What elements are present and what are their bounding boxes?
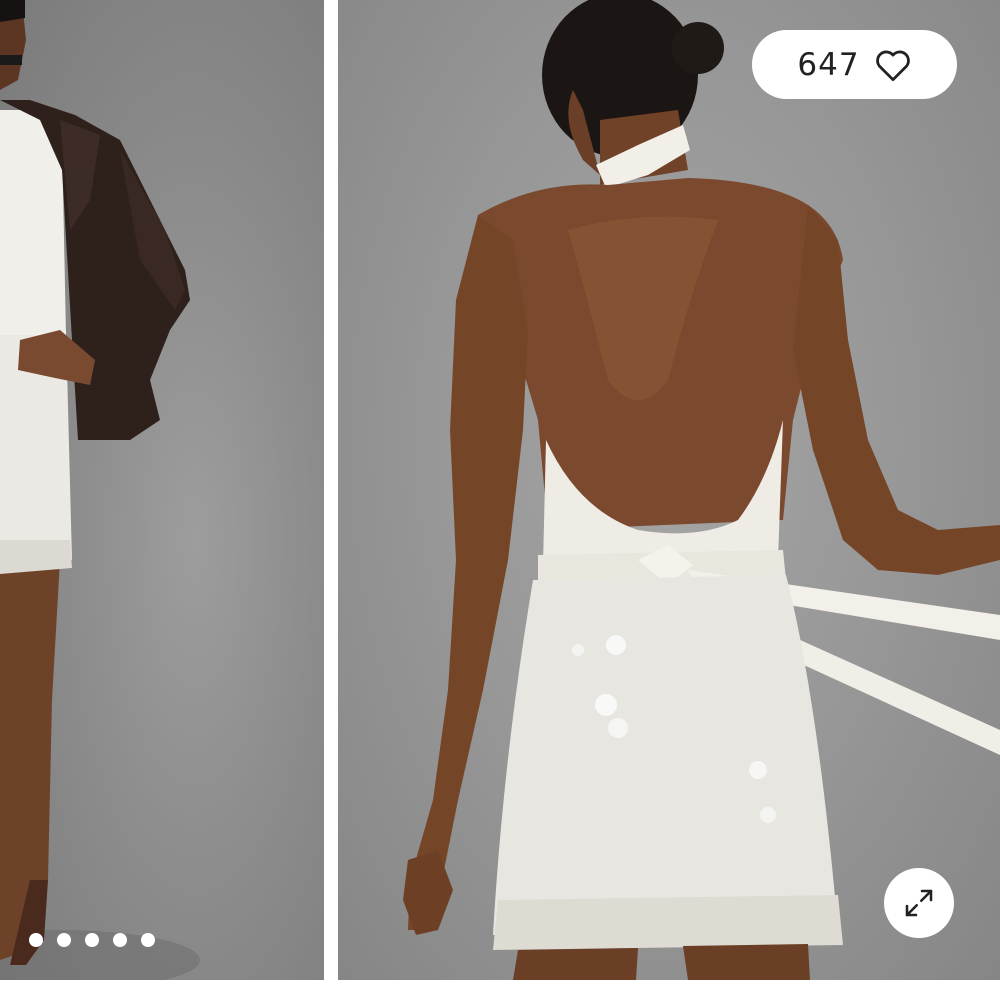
carousel-dot[interactable] bbox=[113, 933, 127, 947]
expand-image-button[interactable] bbox=[884, 868, 954, 938]
gallery-image-previous[interactable] bbox=[0, 0, 324, 980]
expand-arrows-icon bbox=[905, 889, 933, 917]
model-back-view-illustration bbox=[403, 0, 1000, 980]
carousel-dot[interactable] bbox=[29, 933, 43, 947]
heart-outline-icon bbox=[875, 50, 910, 81]
carousel-dot[interactable] bbox=[85, 933, 99, 947]
carousel-dot[interactable] bbox=[57, 933, 71, 947]
gallery-image-main[interactable] bbox=[338, 0, 1000, 980]
favorite-button[interactable]: 647 bbox=[752, 30, 957, 99]
favorite-count: 647 bbox=[797, 46, 860, 83]
carousel-pagination bbox=[29, 933, 155, 947]
model-front-view-illustration bbox=[0, 0, 200, 980]
product-image-gallery: 647 bbox=[0, 0, 1000, 1000]
carousel-dot[interactable] bbox=[141, 933, 155, 947]
